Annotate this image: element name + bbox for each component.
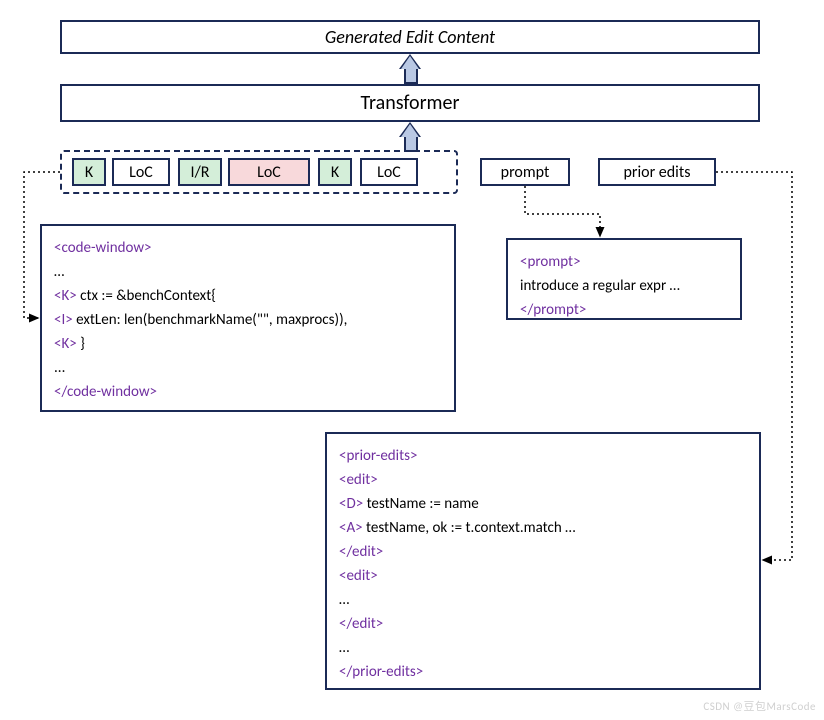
code-text: } bbox=[77, 335, 85, 353]
edit-open-tag: <edit> bbox=[339, 567, 378, 585]
ellipsis: … bbox=[339, 636, 747, 660]
ellipsis: … bbox=[54, 260, 442, 284]
arrow-up-icon bbox=[401, 124, 419, 137]
generated-output-label: Generated Edit Content bbox=[325, 26, 495, 48]
token-loc-highlight: LoC bbox=[228, 158, 310, 186]
token-ir: I/R bbox=[178, 158, 222, 186]
code-text: extLen: len(benchmarkName("", maxprocs))… bbox=[73, 311, 348, 329]
code-window-box: <code-window> … <K> ctx := &benchContext… bbox=[40, 224, 456, 412]
prior-edits-open-tag: <prior-edits> bbox=[339, 447, 417, 465]
diagram-canvas: Generated Edit Content Transformer K LoC… bbox=[0, 0, 824, 720]
prompt-open-tag: <prompt> bbox=[520, 253, 581, 271]
edit-open-tag: <edit> bbox=[339, 471, 378, 489]
k-tag: <K> bbox=[54, 287, 77, 305]
code-window-open-tag: <code-window> bbox=[54, 239, 152, 257]
token-loc: LoC bbox=[360, 158, 418, 186]
prompt-text: introduce a regular expr … bbox=[520, 274, 728, 298]
prior-edits-content-box: <prior-edits> <edit> <D> testName := nam… bbox=[325, 432, 761, 690]
prompt-label-box: prompt bbox=[480, 158, 570, 186]
prompt-content-box: <prompt> introduce a regular expr … </pr… bbox=[506, 238, 742, 320]
edit-close-tag: </edit> bbox=[339, 543, 383, 561]
prior-edits-close-tag: </prior-edits> bbox=[339, 663, 423, 681]
code-window-close-tag: </code-window> bbox=[54, 383, 157, 401]
transformer-label: Transformer bbox=[361, 91, 460, 115]
a-tag: <A> bbox=[339, 519, 363, 537]
prompt-close-tag: </prompt> bbox=[520, 301, 586, 319]
arrow-up-icon bbox=[401, 56, 419, 69]
token-loc: LoC bbox=[112, 158, 170, 186]
code-text: testName, ok := t.context.match … bbox=[363, 519, 576, 537]
generated-output-box: Generated Edit Content bbox=[60, 20, 760, 54]
edit-close-tag: </edit> bbox=[339, 615, 383, 633]
d-tag: <D> bbox=[339, 495, 363, 513]
code-text: testName := name bbox=[363, 495, 479, 513]
token-k: K bbox=[318, 158, 352, 186]
ellipsis: ... bbox=[54, 356, 442, 380]
code-text: ctx := &benchContext{ bbox=[77, 287, 216, 305]
transformer-box: Transformer bbox=[60, 84, 760, 122]
ellipsis: … bbox=[339, 588, 747, 612]
i-tag: <I> bbox=[54, 311, 73, 329]
watermark: CSDN @豆包MarsCode bbox=[703, 698, 816, 714]
prior-edits-label-box: prior edits bbox=[598, 158, 716, 186]
k-tag: <K> bbox=[54, 335, 77, 353]
arrow-stem bbox=[404, 69, 418, 84]
token-k: K bbox=[72, 158, 106, 186]
